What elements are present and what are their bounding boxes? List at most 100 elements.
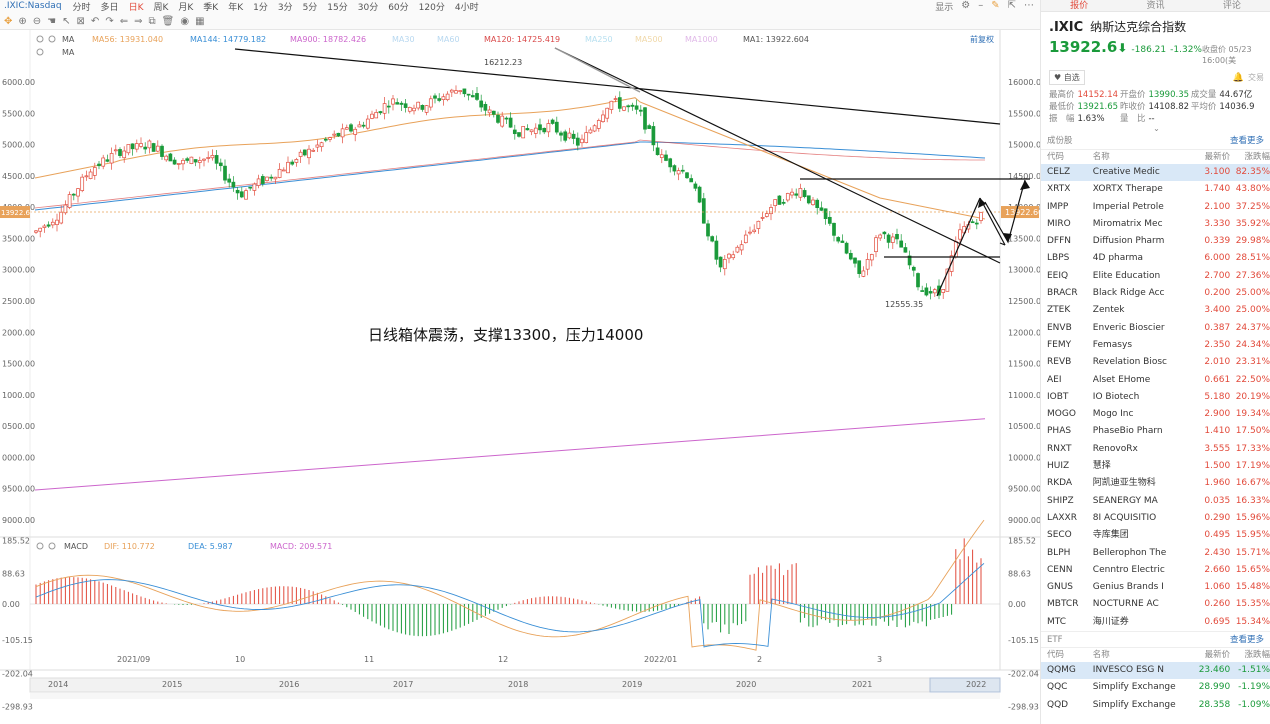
col-code[interactable]: 代码 [1047, 150, 1093, 164]
table-row[interactable]: BLPH Bellerophon The 2.430 15.71% [1041, 545, 1270, 562]
table-row[interactable]: FEMY Femasys 2.350 24.34% [1041, 337, 1270, 354]
table-row[interactable]: XRTX XORTX Therape 1.740 43.80% [1041, 181, 1270, 198]
table-row[interactable]: SECO 寺库集团 0.495 15.95% [1041, 527, 1270, 544]
table-row[interactable]: MIRO Miromatrix Mec 3.330 35.92% [1041, 216, 1270, 233]
hand-icon[interactable]: ☚ [47, 16, 56, 27]
cell-price: 3.330 [1204, 218, 1231, 229]
etf-col-code[interactable]: 代码 [1047, 648, 1093, 662]
table-row[interactable]: QQD Simplify Exchange 28.358 -1.09% [1041, 697, 1270, 714]
period-tab[interactable]: 季K [198, 0, 223, 13]
copy-icon[interactable]: ⧉ [148, 16, 155, 27]
col-price[interactable]: 最新价 [1188, 150, 1231, 164]
table-row[interactable]: MBTCR NOCTURNE AC 0.260 15.35% [1041, 596, 1270, 613]
pen-icon[interactable]: ✎ [991, 0, 999, 13]
candle-body [651, 126, 656, 146]
candle-body [231, 181, 236, 188]
table-row[interactable]: ENVB Enveric Bioscier 0.387 24.37% [1041, 320, 1270, 337]
table-row[interactable]: RNXT RenovoRx 3.555 17.33% [1041, 441, 1270, 458]
candle-body [525, 128, 530, 131]
etf-col-name[interactable]: 名称 [1093, 648, 1189, 662]
period-tab[interactable]: 分时 [68, 0, 96, 13]
period-tab[interactable]: 60分 [383, 0, 413, 13]
lock-icon[interactable]: ⊠ [77, 16, 85, 27]
col-change[interactable]: 涨跌幅 [1230, 150, 1270, 164]
undo-icon[interactable]: ↶ [91, 16, 99, 27]
tab-quote[interactable]: 报价 [1041, 0, 1117, 11]
etf-col-price[interactable]: 最新价 [1188, 648, 1231, 662]
table-row[interactable]: CELZ Creative Medic 3.100 82.35% [1041, 164, 1270, 182]
tab-comments[interactable]: 评论 [1194, 0, 1270, 11]
candle-body [319, 142, 324, 148]
table-row[interactable]: HUIZ 慧择 1.500 17.19% [1041, 458, 1270, 475]
table-row[interactable]: REVB Revelation Biosc 2.010 23.31% [1041, 354, 1270, 371]
table-row[interactable]: ZTEK Zentek 3.400 25.00% [1041, 302, 1270, 319]
expand-chevron-icon[interactable]: ⌄ [1049, 125, 1264, 133]
symbol-label[interactable]: .IXIC:Nasdaq [0, 1, 68, 11]
grid-icon[interactable]: ▦ [195, 16, 204, 27]
crosshair-icon[interactable]: ✥ [4, 16, 12, 27]
table-row[interactable]: PHAS PhaseBio Pharn 1.410 17.50% [1041, 423, 1270, 440]
minimize-icon[interactable]: – [978, 0, 983, 13]
eye-icon[interactable]: ◉ [180, 16, 189, 27]
chart-canvas[interactable]: MA MA56: 13931.040 MA144: 14779.182 MA900: … [0, 30, 1046, 724]
candle-body [357, 124, 362, 128]
candle-body [718, 256, 723, 268]
candle-body [71, 193, 76, 196]
link-icon[interactable]: ⇱ [1008, 0, 1016, 13]
table-row[interactable]: BRACR Black Ridge Acc 0.200 25.00% [1041, 285, 1270, 302]
period-tab[interactable]: 周K [148, 0, 173, 13]
back-icon[interactable]: ⇐ [120, 16, 128, 27]
settings-icon[interactable]: ⚙ [961, 0, 970, 13]
bell-icon[interactable]: 🔔 [1233, 73, 1244, 83]
constituents-more-link[interactable]: 查看更多 [1230, 133, 1264, 149]
display-menu[interactable]: 显示 [935, 0, 953, 13]
table-row[interactable]: MOGO Mogo Inc 2.900 19.34% [1041, 406, 1270, 423]
zoom-in-icon[interactable]: ⊕ [18, 16, 26, 27]
candle-body [134, 143, 139, 150]
forward-icon[interactable]: ⇒ [134, 16, 142, 27]
etf-col-change[interactable]: 涨跌幅 [1230, 648, 1270, 662]
table-row[interactable]: IMPP Imperial Petrole 2.100 37.25% [1041, 199, 1270, 216]
period-tab[interactable]: 30分 [353, 0, 383, 13]
period-tab[interactable]: 多日 [96, 0, 124, 13]
candle-body [739, 244, 744, 251]
trash-icon[interactable]: 🗑 [162, 16, 175, 27]
table-row[interactable]: RKDA 阿凯迪亚生物科 1.960 16.67% [1041, 475, 1270, 492]
table-row[interactable]: CENN Cenntro Electric 2.660 15.65% [1041, 562, 1270, 579]
col-name[interactable]: 名称 [1093, 150, 1189, 164]
table-row[interactable]: DFFN Diffusion Pharm 0.339 29.98% [1041, 233, 1270, 250]
table-row[interactable]: QQMG INVESCO ESG N 23.460 -1.51% [1041, 662, 1270, 680]
zoom-out-icon[interactable]: ⊖ [33, 16, 41, 27]
period-tab[interactable]: 日K [124, 0, 149, 13]
table-row[interactable]: MTC 海川证券 0.695 15.34% [1041, 614, 1270, 631]
period-tab[interactable]: 月K [173, 0, 198, 13]
table-row[interactable]: IOBT IO Biotech 5.180 20.19% [1041, 389, 1270, 406]
candle-body [689, 178, 694, 183]
tab-news[interactable]: 资讯 [1117, 0, 1193, 11]
cursor-icon[interactable]: ↖ [62, 16, 70, 27]
period-tab[interactable]: 5分 [298, 0, 323, 13]
period-tab[interactable]: 4小时 [450, 0, 484, 13]
table-row[interactable]: LAXXR 8I ACQUISITIO 0.290 15.96% [1041, 510, 1270, 527]
candle-body [647, 125, 652, 129]
table-row[interactable]: EEIQ Elite Education 2.700 27.36% [1041, 268, 1270, 285]
table-row[interactable]: SHIPZ SEANERGY MA 0.035 16.33% [1041, 493, 1270, 510]
more-icon[interactable]: ⋯ [1024, 0, 1034, 13]
table-row[interactable]: GNUS Genius Brands I 1.060 15.48% [1041, 579, 1270, 596]
period-tab[interactable]: 3分 [273, 0, 298, 13]
redo-icon[interactable]: ↷ [105, 16, 113, 27]
period-tab[interactable]: 120分 [414, 0, 450, 13]
add-favorite-button[interactable]: ♥ 自选 [1049, 70, 1085, 85]
period-tab[interactable]: 1分 [248, 0, 273, 13]
candle-body [748, 231, 752, 234]
table-row[interactable]: QQC Simplify Exchange 28.990 -1.19% [1041, 679, 1270, 696]
trade-button[interactable]: 交易 [1248, 72, 1264, 83]
table-row[interactable]: AEI Alset EHome 0.661 22.50% [1041, 372, 1270, 389]
etf-more-link[interactable]: 查看更多 [1230, 632, 1264, 647]
period-tab[interactable]: 15分 [322, 0, 352, 13]
chart-area[interactable]: MA MA56: 13931.040 MA144: 14779.182 MA900: … [0, 30, 1046, 724]
macd-legend-label: MACD [64, 542, 88, 551]
period-tab[interactable]: 年K [223, 0, 248, 13]
table-row[interactable]: LBPS 4D pharma 6.000 28.51% [1041, 250, 1270, 267]
candle-body [223, 165, 227, 181]
